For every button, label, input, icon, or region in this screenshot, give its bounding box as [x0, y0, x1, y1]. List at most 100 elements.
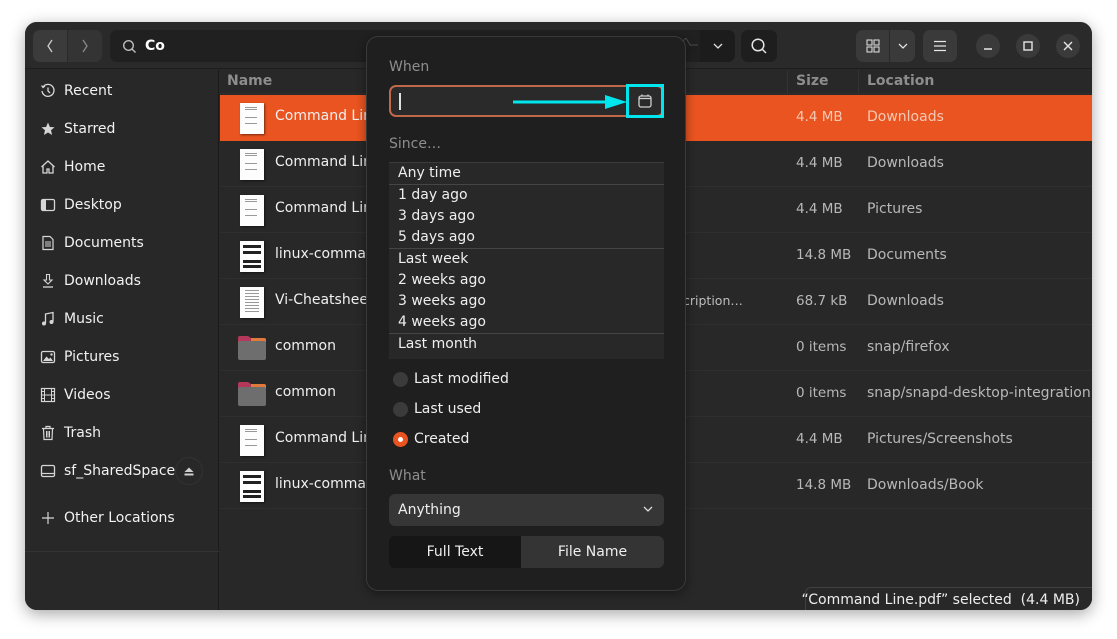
since-option-2-weeks[interactable]: 2 weeks ago [389, 270, 664, 291]
forward-button[interactable] [68, 30, 103, 62]
sidebar-item-music[interactable]: Music [25, 303, 219, 335]
radio-created[interactable]: Created [393, 429, 469, 449]
sidebar-item-starred[interactable]: Starred [25, 113, 219, 145]
file-location: Documents [867, 247, 947, 263]
file-name: Command Lin [275, 154, 372, 170]
file-name: common [275, 384, 336, 400]
column-header-location[interactable]: Location [867, 73, 934, 89]
file-name: Command Lin [275, 108, 372, 124]
search-mode-toggle: Full Text File Name [389, 536, 664, 568]
file-size: 4.4 MB [796, 201, 843, 217]
file-size: 14.8 MB [796, 247, 852, 263]
selection-status: “Command Line.pdf” selected (4.4 MB) [801, 592, 1080, 608]
file-name-button[interactable]: File Name [521, 536, 664, 568]
file-location: snap/firefox [867, 339, 950, 355]
column-separator [787, 70, 788, 94]
clock-icon [39, 82, 57, 100]
book-thumbnail-icon [240, 241, 264, 272]
column-header-size[interactable]: Size [796, 73, 829, 89]
close-button[interactable] [1056, 34, 1080, 58]
radio-button-selected [393, 431, 408, 447]
grid-view-button[interactable] [856, 30, 890, 62]
since-option-4-weeks[interactable]: 4 weeks ago [389, 312, 664, 333]
file-name: Command Lin [275, 430, 372, 446]
pdf-thumbnail-icon [240, 287, 264, 318]
calendar-button[interactable] [626, 84, 664, 118]
sidebar-item-desktop[interactable]: Desktop [25, 189, 219, 221]
what-dropdown[interactable]: Anything [389, 494, 664, 526]
folder-icon [238, 336, 266, 360]
back-button[interactable] [33, 30, 68, 62]
search-icon [751, 38, 767, 54]
file-name: Vi-Cheatsheet [275, 292, 374, 308]
radio-button [393, 401, 408, 417]
chevron-right-icon [82, 39, 88, 53]
sidebar-item-recent[interactable]: Recent [25, 75, 219, 107]
main-menu-button[interactable] [923, 30, 957, 62]
since-option-last-month[interactable]: Last month [389, 333, 664, 354]
sidebar-item-home[interactable]: Home [25, 151, 219, 183]
since-label: Since… [389, 136, 441, 152]
home-icon [39, 158, 57, 176]
file-size: 4.4 MB [796, 431, 843, 447]
pdf-thumbnail-icon [240, 103, 264, 134]
column-separator [858, 70, 859, 94]
desktop-icon [39, 196, 57, 214]
chevron-down-icon [898, 43, 907, 49]
file-location: Pictures/Screenshots [867, 431, 1013, 447]
file-name: linux-commar [275, 476, 372, 492]
sidebar-item-other-locations[interactable]: Other Locations [25, 502, 219, 534]
search-toggle-button[interactable] [741, 30, 777, 62]
file-location: snap/snapd-desktop-integration [867, 385, 1091, 401]
search-options-button[interactable] [700, 30, 735, 62]
sidebar-item-videos[interactable]: Videos [25, 379, 219, 411]
what-dropdown-value: Anything [398, 502, 461, 518]
file-location: Pictures [867, 201, 923, 217]
minimize-button[interactable] [976, 34, 1000, 58]
since-option-5-days[interactable]: 5 days ago [389, 227, 664, 248]
maximize-button[interactable] [1016, 34, 1040, 58]
column-header-name[interactable]: Name [227, 73, 272, 89]
file-size: 4.4 MB [796, 109, 843, 125]
view-options-button[interactable] [890, 30, 915, 62]
annotation-arrow [513, 95, 627, 109]
file-location: Downloads [867, 293, 944, 309]
since-option-any-time[interactable]: Any time [389, 163, 664, 184]
music-icon [39, 310, 57, 328]
star-icon [39, 120, 57, 138]
chevron-down-icon [713, 43, 722, 49]
folder-icon [238, 382, 266, 406]
film-icon [39, 386, 57, 404]
eject-icon [184, 467, 194, 475]
sidebar-item-downloads[interactable]: Downloads [25, 265, 219, 297]
sidebar-item-trash[interactable]: Trash [25, 417, 219, 449]
sidebar-item-pictures[interactable]: Pictures [25, 341, 219, 373]
close-icon [1063, 41, 1073, 51]
download-icon [39, 272, 57, 290]
trash-icon [39, 424, 57, 442]
radio-last-used[interactable]: Last used [393, 399, 481, 419]
sidebar-separator [25, 551, 219, 552]
since-option-1-day[interactable]: 1 day ago [389, 184, 664, 205]
since-option-last-week[interactable]: Last week [389, 248, 664, 269]
sidebar-item-sf-sharedspace[interactable]: sf_SharedSpace [25, 455, 219, 487]
grid-view-icon [866, 39, 879, 53]
file-name: common [275, 338, 336, 354]
eject-button[interactable] [175, 457, 203, 485]
file-name: Command Lin [275, 200, 372, 216]
radio-last-modified[interactable]: Last modified [393, 369, 509, 389]
file-size: 14.8 MB [796, 477, 852, 493]
calendar-icon [638, 94, 652, 108]
book-thumbnail-icon [240, 471, 264, 502]
full-text-button[interactable]: Full Text [389, 536, 521, 568]
since-option-3-weeks[interactable]: 3 weeks ago [389, 291, 664, 312]
pdf-thumbnail-icon [240, 425, 264, 456]
chevron-left-icon [46, 39, 53, 53]
hamburger-menu-icon [934, 40, 946, 52]
file-location: Downloads [867, 155, 944, 171]
since-option-3-days[interactable]: 3 days ago [389, 206, 664, 227]
picture-icon [39, 348, 57, 366]
sidebar-item-documents[interactable]: Documents [25, 227, 219, 259]
file-description: cription… [683, 293, 743, 308]
sidebar: Recent Starred Home Desktop Documents Do… [25, 70, 219, 610]
